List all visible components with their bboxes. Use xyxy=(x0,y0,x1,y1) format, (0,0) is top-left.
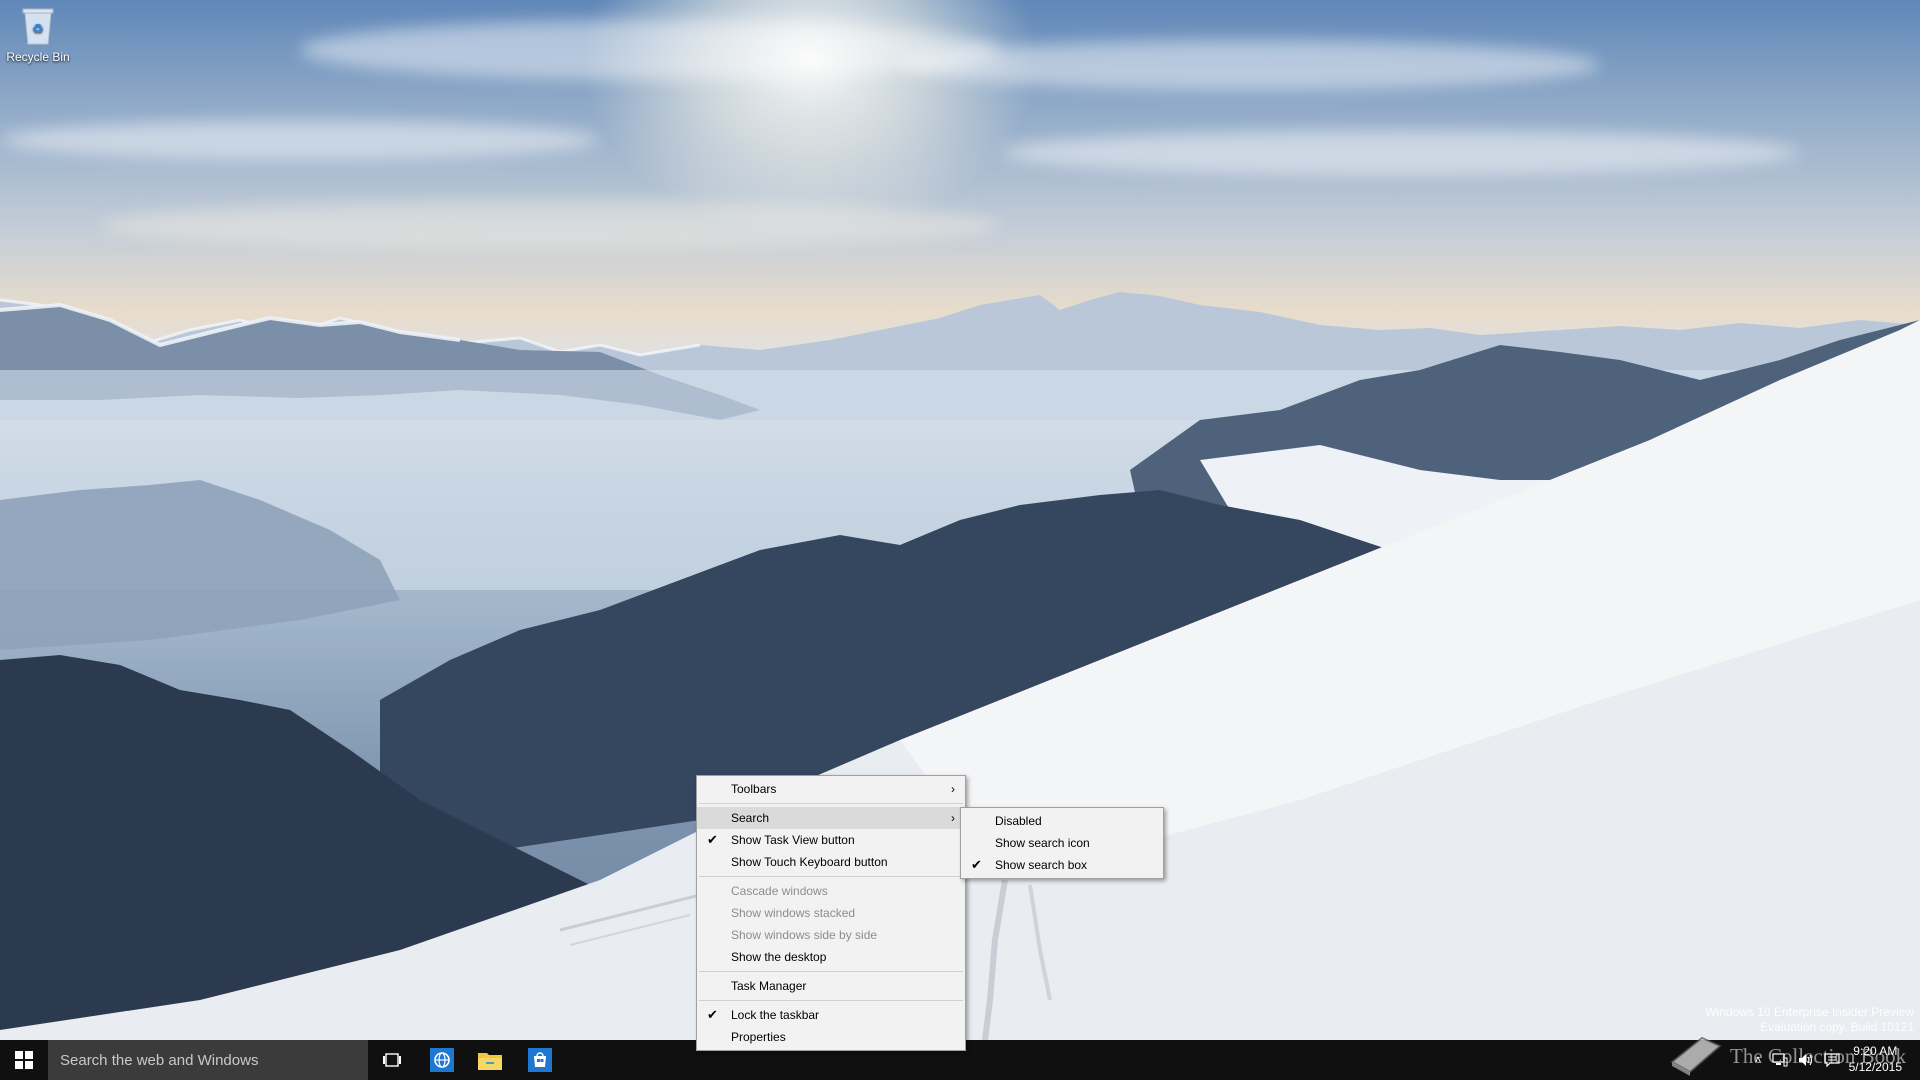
book-icon xyxy=(1670,1036,1722,1076)
menu-item-label: Show windows stacked xyxy=(731,906,856,920)
network-button[interactable] xyxy=(1768,1040,1792,1080)
menu-separator xyxy=(699,803,963,804)
store-icon xyxy=(528,1048,552,1072)
network-icon xyxy=(1772,1053,1788,1067)
chevron-up-icon: ˄ xyxy=(1754,1053,1762,1067)
svg-text:♻: ♻ xyxy=(32,22,44,37)
recycle-bin-label: Recycle Bin xyxy=(6,50,70,64)
menu-item-task-manager[interactable]: Task Manager xyxy=(697,975,965,997)
submenu-item-disabled[interactable]: Disabled xyxy=(961,810,1163,832)
file-explorer-icon xyxy=(478,1053,502,1070)
clock-time: 9:20 AM xyxy=(1853,1044,1898,1058)
clock-date: 5/12/2015 xyxy=(1848,1060,1902,1074)
volume-icon xyxy=(1799,1054,1813,1066)
menu-item-toolbars[interactable]: Toolbars › xyxy=(697,778,965,800)
chevron-right-icon: › xyxy=(951,811,955,825)
store-button[interactable] xyxy=(516,1040,564,1080)
menu-item-label: Show windows side by side xyxy=(731,928,878,942)
search-submenu: Disabled Show search icon ✔ Show search … xyxy=(960,807,1164,879)
menu-item-label: Show search box xyxy=(995,858,1088,872)
action-center-icon xyxy=(1824,1053,1840,1067)
menu-item-cascade-windows: Cascade windows xyxy=(697,880,965,902)
watermark-edition: Windows 10 Enterprise Insider Preview xyxy=(1705,1005,1914,1019)
menu-item-label: Disabled xyxy=(995,814,1042,828)
menu-item-label: Show Touch Keyboard button xyxy=(731,855,888,869)
edge-browser-icon xyxy=(430,1048,454,1072)
menu-item-show-touch-keyboard[interactable]: Show Touch Keyboard button xyxy=(697,851,965,873)
menu-separator xyxy=(699,1000,963,1001)
menu-item-properties[interactable]: Properties xyxy=(697,1026,965,1048)
clock[interactable]: 9:20 AM 5/12/2015 xyxy=(1849,1043,1902,1075)
recycle-bin-shortcut[interactable]: ♻ Recycle Bin xyxy=(4,6,72,64)
show-hidden-icons-button[interactable]: ˄ xyxy=(1750,1040,1766,1080)
menu-item-lock-taskbar[interactable]: ✔ Lock the taskbar xyxy=(697,1004,965,1026)
menu-item-windows-stacked: Show windows stacked xyxy=(697,902,965,924)
menu-item-label: Show search icon xyxy=(995,836,1090,850)
menu-item-label: Task Manager xyxy=(731,979,807,993)
menu-item-label: Lock the taskbar xyxy=(731,1008,820,1022)
checkmark-icon: ✔ xyxy=(971,857,982,872)
menu-item-label: Show the desktop xyxy=(731,950,827,964)
task-view-button[interactable] xyxy=(368,1040,416,1080)
start-button[interactable] xyxy=(0,1040,48,1080)
menu-item-show-task-view[interactable]: ✔ Show Task View button xyxy=(697,829,965,851)
chevron-right-icon: › xyxy=(951,782,955,796)
checkmark-icon: ✔ xyxy=(707,1007,718,1022)
menu-item-label: Toolbars xyxy=(731,782,777,796)
submenu-item-show-search-icon[interactable]: Show search icon xyxy=(961,832,1163,854)
menu-item-windows-side-by-side: Show windows side by side xyxy=(697,924,965,946)
menu-separator xyxy=(699,876,963,877)
file-explorer-button[interactable] xyxy=(466,1040,514,1080)
recycle-bin-icon: ♻ xyxy=(21,6,55,46)
search-placeholder: Search the web and Windows xyxy=(60,1051,259,1069)
menu-item-label: Cascade windows xyxy=(731,884,828,898)
volume-button[interactable] xyxy=(1794,1040,1818,1080)
taskbar-context-menu: Toolbars › Search › ✔ Show Task View but… xyxy=(696,775,966,1051)
checkmark-icon: ✔ xyxy=(707,832,718,847)
task-view-icon xyxy=(383,1053,401,1067)
evaluation-watermark: Windows 10 Enterprise Insider Preview Ev… xyxy=(1705,1005,1914,1035)
menu-item-label: Show Task View button xyxy=(731,833,855,847)
menu-item-label: Properties xyxy=(731,1030,786,1044)
edge-browser-button[interactable] xyxy=(418,1040,466,1080)
submenu-item-show-search-box[interactable]: ✔ Show search box xyxy=(961,854,1163,876)
windows-logo-icon xyxy=(15,1051,33,1069)
search-box[interactable]: Search the web and Windows xyxy=(48,1040,368,1080)
menu-item-show-desktop[interactable]: Show the desktop xyxy=(697,946,965,968)
action-center-button[interactable] xyxy=(1820,1040,1844,1080)
menu-item-label: Search xyxy=(731,811,770,825)
menu-item-search[interactable]: Search › xyxy=(697,807,965,829)
menu-separator xyxy=(699,971,963,972)
